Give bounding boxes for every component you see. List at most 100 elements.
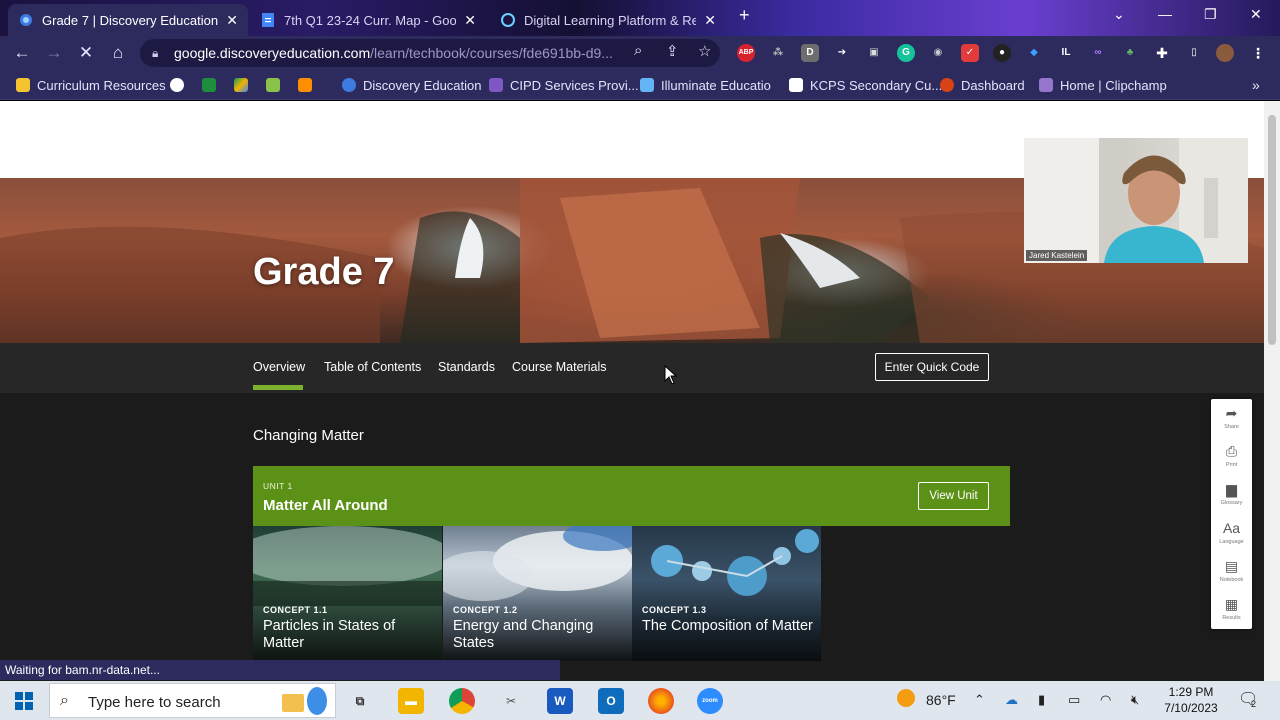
- close-window-icon[interactable]: ✕: [1250, 6, 1262, 23]
- bookmarks-bar: Curriculum Resources Discovery Education…: [0, 70, 1280, 100]
- bookmarks-overflow-icon[interactable]: »: [1252, 76, 1260, 94]
- extension-link-icon[interactable]: ∞: [1089, 44, 1107, 62]
- tab-search-chevron-icon[interactable]: ⌄: [1113, 6, 1125, 23]
- glossary-tool[interactable]: ▆ Glossary: [1211, 481, 1252, 506]
- close-tab-icon[interactable]: ✕: [464, 12, 476, 29]
- extension-il-icon[interactable]: IL: [1057, 44, 1075, 62]
- zoom-icon[interactable]: zoom: [697, 688, 723, 714]
- extension-owl-icon[interactable]: ◉: [929, 44, 947, 62]
- concept-label: CONCEPT 1.3: [642, 605, 707, 615]
- file-explorer-icon[interactable]: ▬: [398, 688, 424, 714]
- extension-window-icon[interactable]: ▣: [865, 44, 883, 62]
- extension-leaf-icon[interactable]: ♣: [1121, 44, 1139, 62]
- new-tab-button[interactable]: +: [739, 5, 750, 26]
- close-tab-icon[interactable]: ✕: [226, 12, 238, 29]
- video-overlay[interactable]: Jared Kastelein: [1024, 138, 1248, 263]
- task-view-icon[interactable]: ⧉: [347, 688, 373, 714]
- back-arrow-icon[interactable]: ←: [11, 42, 33, 64]
- concept-card[interactable]: CONCEPT 1.1 Particles in States of Matte…: [253, 526, 442, 661]
- scrollbar-thumb[interactable]: [1268, 115, 1276, 345]
- extension-icon[interactable]: ⁂: [769, 44, 787, 62]
- results-tool[interactable]: ▦ Results: [1211, 596, 1252, 621]
- bookmark-orange[interactable]: [298, 76, 319, 94]
- page-content: Grade 7 Overview Table of Contents Stand…: [0, 101, 1264, 681]
- extension-d-icon[interactable]: D: [801, 44, 819, 62]
- course-tab-nav: Overview Table of Contents Standards Cou…: [0, 343, 1264, 393]
- bookmark-kcps[interactable]: KCPS Secondary Cu...: [789, 76, 942, 94]
- bookmark-illuminate[interactable]: Illuminate Educatio: [640, 76, 771, 94]
- share-page-icon[interactable]: ⇪: [666, 42, 679, 60]
- tab-table-of-contents[interactable]: Table of Contents: [324, 360, 421, 374]
- extension-arrow-icon[interactable]: ➔: [833, 44, 851, 62]
- enter-quick-code-button[interactable]: Enter Quick Code: [875, 353, 989, 381]
- bookmark-cipd[interactable]: CIPD Services Provi...: [489, 76, 639, 94]
- bookmark-dashboard[interactable]: Dashboard: [940, 76, 1025, 94]
- notebook-icon: ▤: [1224, 558, 1239, 574]
- bookmark-star-icon[interactable]: ☆: [698, 42, 711, 60]
- bookmark-curriculum-resources[interactable]: Curriculum Resources: [16, 76, 166, 94]
- extension-diamond-icon[interactable]: ◆: [1025, 44, 1043, 62]
- home-icon[interactable]: ⌂: [107, 42, 129, 64]
- browser-tab-strip: Grade 7 | Discovery Education ✕ 7th Q1 2…: [0, 0, 1280, 36]
- stop-loading-icon[interactable]: ✕: [75, 42, 97, 64]
- bookmark-classroom[interactable]: [202, 76, 223, 94]
- taskbar-search-box[interactable]: ⌕ Type here to search: [49, 683, 336, 718]
- bookmark-discovery-education[interactable]: Discovery Education: [342, 76, 482, 94]
- close-tab-icon[interactable]: ✕: [704, 12, 716, 29]
- notebook-tool[interactable]: ▤ Notebook: [1211, 558, 1252, 583]
- word-icon[interactable]: W: [547, 688, 573, 714]
- browser-menu-icon[interactable]: ⋮: [1249, 44, 1267, 62]
- forward-arrow-icon[interactable]: →: [43, 42, 65, 64]
- bookmark-c[interactable]: [266, 76, 287, 94]
- share-tool[interactable]: ➦ Share: [1211, 405, 1252, 430]
- adblock-icon[interactable]: ABP: [737, 44, 755, 62]
- address-bar[interactable]: 🔒︎ google.discoveryeducation.com/learn/t…: [140, 39, 720, 67]
- tab-digital-learning[interactable]: Digital Learning Platform & Reso ✕: [490, 4, 726, 36]
- concept-card[interactable]: CONCEPT 1.2 Energy and Changing States: [443, 526, 632, 661]
- extension-check-icon[interactable]: ✓: [961, 44, 979, 62]
- battery-icon[interactable]: ▭: [1068, 692, 1080, 708]
- tab-overview[interactable]: Overview: [253, 360, 305, 374]
- unit-banner[interactable]: UNIT 1 Matter All Around View Unit: [253, 466, 1010, 526]
- profile-avatar[interactable]: [1216, 44, 1234, 62]
- tray-overflow-icon[interactable]: ⌃: [974, 692, 985, 708]
- bookmark-google[interactable]: [170, 76, 191, 94]
- firefox-icon[interactable]: [648, 688, 674, 714]
- dashboard-icon: [940, 78, 954, 92]
- bookmark-clipchamp[interactable]: Home | Clipchamp: [1039, 76, 1167, 94]
- extensions-puzzle-icon[interactable]: ✚: [1153, 44, 1171, 62]
- bookmark-drive[interactable]: [234, 76, 255, 94]
- onedrive-icon[interactable]: ☁: [1005, 692, 1018, 708]
- zoom-search-icon[interactable]: ⌕: [634, 42, 642, 59]
- tab-curr-map[interactable]: 7th Q1 23-24 Curr. Map - Google ✕: [250, 4, 486, 36]
- restore-icon[interactable]: ❐: [1204, 6, 1217, 23]
- bookmark-label: Curriculum Resources: [37, 77, 166, 93]
- grammarly-icon[interactable]: G: [897, 44, 915, 62]
- minimize-icon[interactable]: —: [1158, 6, 1172, 22]
- tab-course-materials[interactable]: Course Materials: [512, 360, 606, 374]
- snipping-tool-icon[interactable]: ✂: [498, 688, 524, 714]
- outlook-icon[interactable]: O: [598, 688, 624, 714]
- drive-icon: [234, 78, 248, 92]
- weather-sun-icon: [896, 688, 916, 711]
- volume-muted-icon[interactable]: 🔇︎: [1131, 692, 1139, 708]
- tab-grade7[interactable]: Grade 7 | Discovery Education ✕: [8, 4, 248, 36]
- tab-standards[interactable]: Standards: [438, 360, 495, 374]
- print-tool[interactable]: ⎙ Print: [1211, 443, 1252, 468]
- folder-icon: [16, 78, 30, 92]
- microphone-icon[interactable]: ▮: [1038, 692, 1045, 708]
- side-panel-icon[interactable]: ▯: [1185, 44, 1203, 62]
- weather-temp[interactable]: 86°F: [926, 692, 956, 708]
- system-clock[interactable]: 1:29 PM 7/10/2023: [1158, 684, 1224, 716]
- wifi-icon[interactable]: ◠: [1100, 692, 1111, 708]
- extension-circle-icon[interactable]: ●: [993, 44, 1011, 62]
- chrome-icon[interactable]: [449, 688, 475, 714]
- discovery-favicon-icon: [18, 12, 34, 28]
- page-title: Grade 7: [253, 251, 395, 293]
- view-unit-button[interactable]: View Unit: [918, 482, 989, 510]
- page-scrollbar[interactable]: [1264, 101, 1280, 681]
- discovery-favicon-icon: [500, 12, 516, 28]
- windows-start-icon[interactable]: [8, 689, 40, 713]
- concept-card[interactable]: CONCEPT 1.3 The Composition of Matter: [632, 526, 821, 661]
- language-tool[interactable]: Aa Language: [1211, 520, 1252, 545]
